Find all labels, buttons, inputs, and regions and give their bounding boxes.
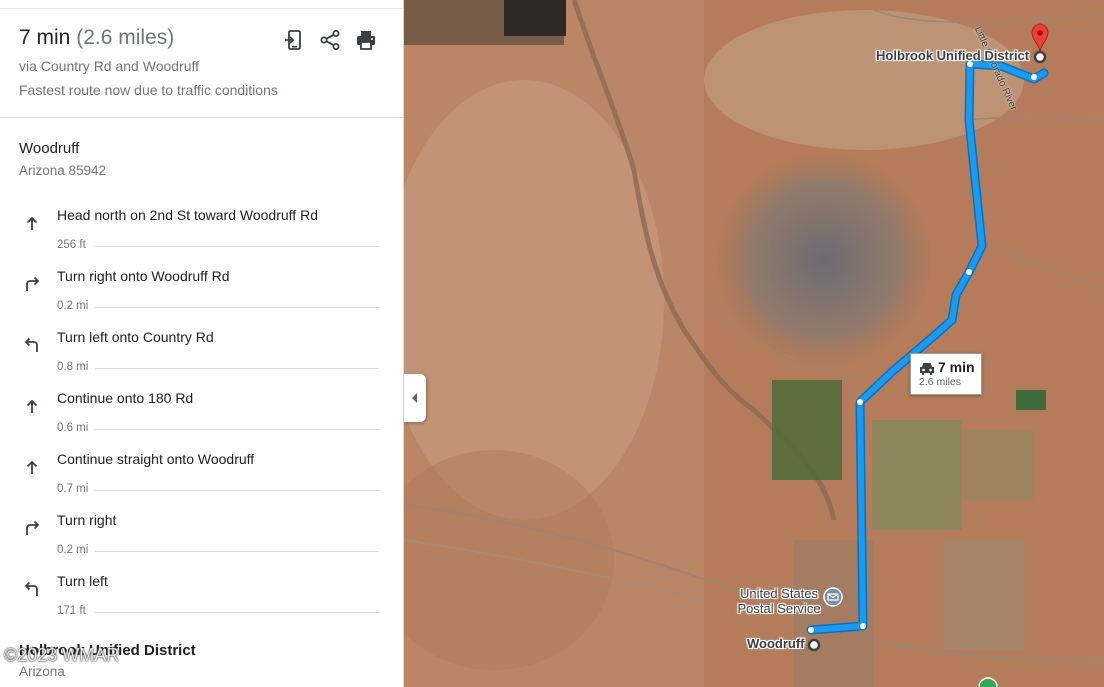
step-divider: [95, 307, 379, 308]
share-icon[interactable]: [319, 29, 341, 51]
route-node: [857, 399, 863, 405]
direction-step[interactable]: Turn right onto Woodruff Rd 0.2 mi: [0, 268, 403, 329]
origin-map-label[interactable]: Woodruff: [747, 636, 805, 651]
arrow-up-icon: [22, 457, 42, 477]
route-node: [966, 269, 972, 275]
town-field: [944, 540, 1024, 650]
route-note: Fastest route now due to traffic conditi…: [19, 82, 278, 98]
badge-time: 7 min: [938, 359, 975, 375]
direction-step[interactable]: Continue onto 180 Rd 0.6 mi: [0, 390, 403, 451]
pin-dot: [1037, 30, 1043, 36]
turn-right-icon: [22, 274, 42, 294]
poi-label-post-office[interactable]: United States Postal Service: [729, 586, 829, 616]
turn-left-icon: [22, 335, 42, 355]
step-instruction: Turn left: [57, 573, 108, 589]
green-patch: [1016, 390, 1046, 410]
route-node: [808, 627, 814, 633]
step-instruction: Continue onto 180 Rd: [57, 390, 194, 406]
step-distance: 0.6 mi: [57, 422, 89, 434]
step-instruction: Turn right: [57, 512, 117, 528]
direction-step[interactable]: Head north on 2nd St toward Woodruff Rd …: [0, 207, 403, 268]
destination-address: Arizona: [19, 664, 65, 679]
direction-step[interactable]: Turn left 171 ft: [0, 573, 403, 634]
origin-name: Woodruff: [19, 140, 80, 157]
step-distance: 0.7 mi: [57, 483, 89, 495]
map-canvas: [404, 0, 1104, 687]
satellite-map[interactable]: Little Colorado River: [404, 0, 1104, 687]
destination-marker[interactable]: [1033, 50, 1047, 64]
step-divider: [95, 490, 379, 491]
route-distance: (2.6 miles): [76, 26, 175, 49]
route-summary-time: 7 min (2.6 miles): [19, 26, 174, 50]
farm-fields-right: [872, 420, 962, 530]
step-instruction: Head north on 2nd St toward Woodruff Rd: [57, 207, 318, 223]
chevron-left-icon: [412, 393, 417, 403]
direction-step[interactable]: Continue straight onto Woodruff 0.7 mi: [0, 451, 403, 512]
badge-distance: 2.6 miles: [919, 376, 962, 388]
send-to-phone-icon[interactable]: [283, 29, 305, 51]
step-distance: 171 ft: [57, 605, 86, 617]
collapse-panel-button[interactable]: [404, 374, 426, 422]
arrow-up-icon: [22, 396, 42, 416]
top-divider: [0, 8, 403, 9]
origin-address: Arizona 85942: [19, 163, 107, 178]
farm-fields-east: [964, 430, 1034, 500]
turn-right-icon: [22, 518, 42, 538]
step-instruction: Continue straight onto Woodruff: [57, 451, 255, 467]
route-time: 7 min: [19, 26, 71, 49]
destination-map-label[interactable]: Holbrook Unified District: [876, 48, 1029, 63]
directions-panel: 7 min (2.6 miles) via Country Rd and Woo…: [0, 0, 404, 687]
step-instruction: Turn right onto Woodruff Rd: [57, 268, 230, 284]
section-divider: [0, 117, 403, 118]
turn-left-icon: [22, 579, 42, 599]
car-icon: [920, 363, 934, 375]
farm-fields-left: [772, 380, 842, 480]
route-info-badge[interactable]: 7 min 2.6 miles: [910, 353, 982, 395]
dark-field: [504, 0, 566, 36]
step-divider: [95, 612, 379, 613]
step-distance: 0.2 mi: [57, 544, 89, 556]
route-node: [1031, 74, 1037, 80]
step-divider: [95, 551, 379, 552]
step-distance: 256 ft: [57, 239, 86, 251]
route-actions: [283, 29, 377, 51]
step-divider: [95, 246, 379, 247]
step-distance: 0.2 mi: [57, 300, 89, 312]
route-via: via Country Rd and Woodruff: [19, 58, 200, 74]
direction-step[interactable]: Turn right 0.2 mi: [0, 512, 403, 573]
watermark: ©2023 WMAR: [4, 645, 120, 665]
route-node: [860, 623, 866, 629]
step-instruction: Turn left onto Country Rd: [57, 329, 214, 345]
print-icon[interactable]: [355, 29, 377, 51]
step-divider: [95, 429, 379, 430]
direction-step[interactable]: Turn left onto Country Rd 0.8 mi: [0, 329, 403, 390]
origin-marker[interactable]: [807, 638, 821, 652]
step-distance: 0.8 mi: [57, 361, 89, 373]
arrow-up-icon: [22, 213, 42, 233]
step-divider: [95, 368, 379, 369]
